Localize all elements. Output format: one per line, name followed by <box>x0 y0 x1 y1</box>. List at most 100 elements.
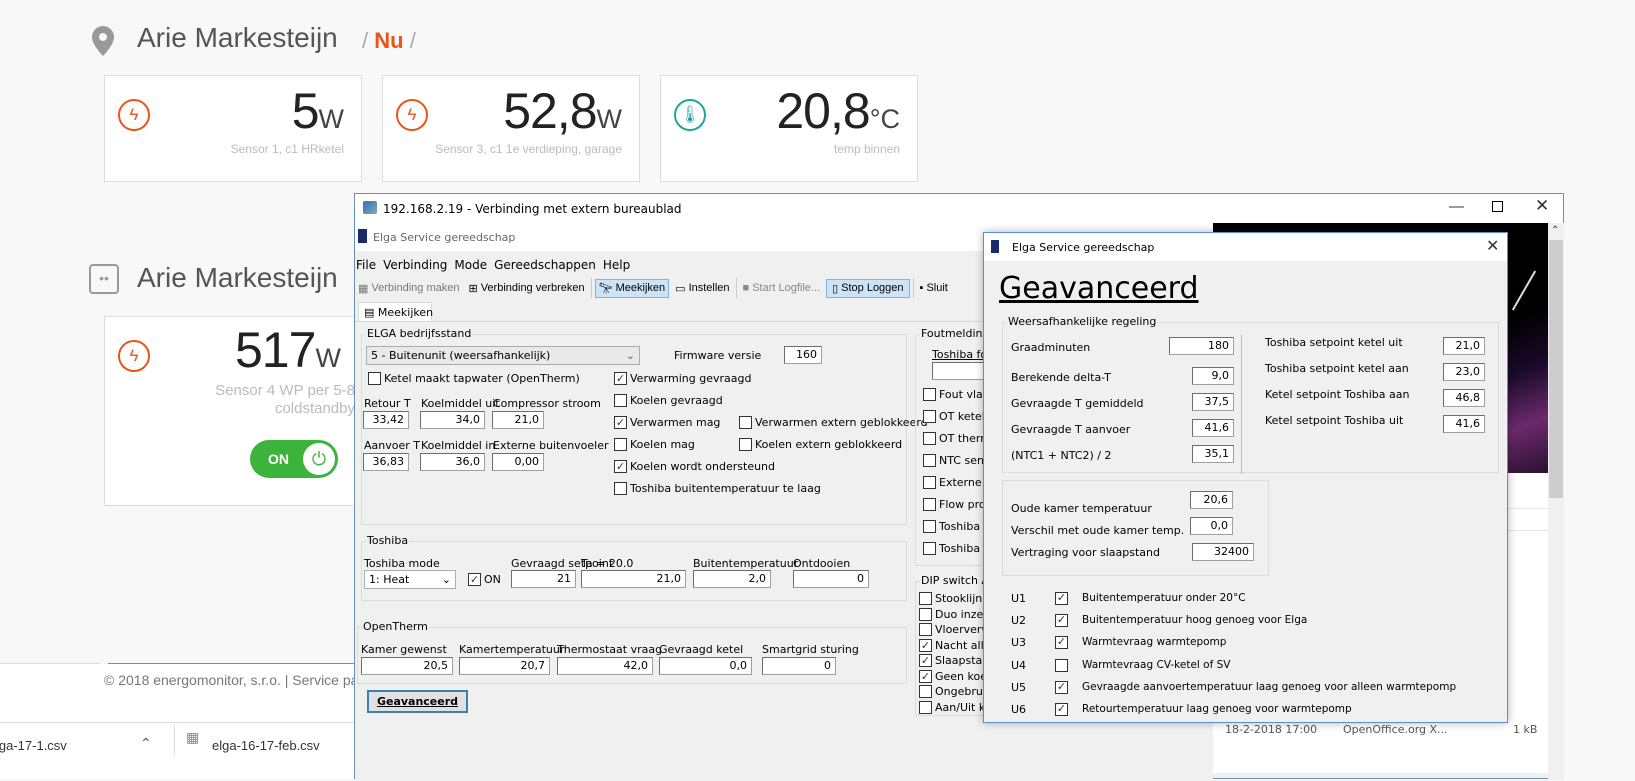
fout-checkbox[interactable]: Fout vlag <box>923 388 990 401</box>
dialog-right-field[interactable]: 21,0 <box>1443 337 1485 355</box>
bedrijfsstand-select[interactable]: 5 - Buitenunit (weersafhankelijk) ⌄ <box>366 346 640 365</box>
opentherm-1-field[interactable]: 20,7 <box>459 657 550 675</box>
checkbox-unchecked[interactable] <box>614 394 627 407</box>
checkbox-checked[interactable]: ✓ <box>919 638 932 652</box>
checkbox-checked[interactable]: ✓ <box>468 573 481 586</box>
checkbox-checked[interactable]: ✓ <box>1055 614 1068 628</box>
download-item[interactable]: lga-17-1.csv <box>0 738 67 753</box>
bedrijf-4-field[interactable]: 36,0 <box>420 453 485 471</box>
checkbox-checked[interactable]: ✓ <box>1055 703 1068 716</box>
tapwater-checkbox[interactable]: Ketel maakt tapwater (OpenTherm) <box>368 372 580 385</box>
scrollbar-thumb[interactable] <box>1549 240 1563 498</box>
checkbox-unchecked[interactable] <box>923 520 936 533</box>
sensor-card[interactable]: ϟ 52,8W Sensor 3, c1 1e verdieping, gara… <box>382 75 640 182</box>
checkbox-checked[interactable]: ✓ <box>1055 592 1068 605</box>
bedrijf-checkbox[interactable]: Koelen gevraagd <box>614 394 723 407</box>
opentherm-4-field[interactable]: 0 <box>762 657 836 675</box>
bedrijf-checkbox[interactable]: Toshiba buitentemperatuur te laag <box>614 482 821 495</box>
dialog-left-field[interactable]: 41,6 <box>1192 419 1234 437</box>
checkbox-unchecked[interactable] <box>919 592 932 605</box>
checkbox-unchecked[interactable] <box>923 476 936 489</box>
bedrijf-checkbox[interactable]: Verwarmen extern geblokkeerd <box>739 416 928 429</box>
bedrijf-checkbox[interactable]: ✓ Verwarmen mag <box>614 416 720 429</box>
opentherm-2-field[interactable]: 42,0 <box>557 657 653 675</box>
checkbox-unchecked[interactable] <box>923 498 936 511</box>
bedrijf-2-field[interactable]: 21,0 <box>492 411 544 429</box>
checkbox-unchecked[interactable] <box>614 482 627 495</box>
dialog-right-field[interactable]: 41,6 <box>1443 415 1485 433</box>
opentherm-0-field[interactable]: 20,5 <box>361 657 453 675</box>
dialog-g2-field[interactable]: 32400 <box>1192 543 1254 561</box>
stop-loggen-button[interactable]: ▯ Stop Loggen <box>826 278 910 298</box>
start-logfile-button[interactable]: ■ Start Logfile... <box>740 280 824 296</box>
checkbox-unchecked[interactable] <box>919 685 932 698</box>
checkbox-unchecked[interactable] <box>1055 658 1068 672</box>
dip-checkbox[interactable]: Duo inzet <box>919 607 988 621</box>
checkbox-unchecked[interactable] <box>923 410 936 423</box>
bedrijf-1-field[interactable]: 34,0 <box>420 411 485 429</box>
checkbox-unchecked[interactable] <box>614 438 627 451</box>
fout-checkbox[interactable]: Externe b <box>923 476 992 489</box>
scrollbar[interactable]: ⌃ <box>1548 223 1564 780</box>
checkbox-unchecked[interactable] <box>919 623 932 636</box>
sensor-card[interactable]: 🌡︎ 20,8°C temp binnen <box>660 75 918 182</box>
instellen-button[interactable]: ▭ Instellen <box>672 280 732 297</box>
bedrijf-5-field[interactable]: 0,00 <box>492 453 544 471</box>
opentherm-3-field[interactable]: 0,0 <box>659 657 752 675</box>
checkbox-unchecked[interactable] <box>368 372 381 385</box>
checkbox-unchecked[interactable] <box>919 607 932 621</box>
sensor-card[interactable]: ϟ 5W Sensor 1, c1 HRketel <box>104 75 362 182</box>
dialog-left-field[interactable]: 35,1 <box>1192 445 1234 463</box>
download-item[interactable]: elga-16-17-feb.csv <box>212 738 320 753</box>
meekijken-button[interactable]: 🔭︎ Meekijken <box>594 278 670 298</box>
menu-mode[interactable]: Mode <box>454 258 487 272</box>
checkbox-checked[interactable]: ✓ <box>614 372 627 385</box>
toshiba-1-field[interactable]: 21,0 <box>581 570 686 588</box>
bedrijf-checkbox[interactable]: Koelen extern geblokkeerd <box>739 438 902 451</box>
menu-help[interactable]: Help <box>603 258 630 272</box>
disconnect-button[interactable]: ⊞ Verbinding verbreken <box>465 280 587 297</box>
menu-gereedschappen[interactable]: Gereedschappen <box>494 258 596 272</box>
firmware-field[interactable]: 160 <box>784 346 822 364</box>
scroll-up-icon[interactable]: ⌃ <box>1551 225 1559 236</box>
dialog-right-field[interactable]: 23,0 <box>1443 363 1485 381</box>
checkbox-unchecked[interactable] <box>923 542 936 555</box>
checkbox-checked[interactable]: ✓ <box>1055 636 1068 650</box>
bedrijf-checkbox[interactable]: ✓ Koelen wordt ondersteund <box>614 460 775 473</box>
dialog-right-field[interactable]: 46,8 <box>1443 389 1485 407</box>
toshiba-mode-select[interactable]: 1: Heat ⌄ <box>364 570 456 589</box>
checkbox-checked[interactable]: ✓ <box>919 654 932 667</box>
dialog-g2-field[interactable]: 20,6 <box>1190 491 1233 509</box>
dialog-left-field[interactable]: 9,0 <box>1192 367 1234 385</box>
dip-checkbox[interactable]: Stooklijn h <box>919 592 993 605</box>
sluit-button[interactable]: ▪ Sluit <box>917 280 951 296</box>
menu-verbinding[interactable]: Verbinding <box>383 258 447 272</box>
toshiba-2-field[interactable]: 2,0 <box>693 570 771 588</box>
tab-meekijken[interactable]: ▤ Meekijken <box>358 302 433 322</box>
dialog-left-field[interactable]: 180 <box>1169 337 1234 355</box>
toshiba-3-field[interactable]: 0 <box>793 570 869 588</box>
bedrijf-checkbox[interactable]: ✓ Verwarming gevraagd <box>614 372 751 385</box>
toshiba-on-checkbox[interactable]: ✓ ON <box>468 573 501 586</box>
minimize-button[interactable]: — <box>1449 198 1464 215</box>
checkbox-unchecked[interactable] <box>923 454 936 467</box>
socket-card[interactable]: ϟ 517W Sensor 4 WP per 5-8 coldstandby O… <box>104 316 364 506</box>
menu-file[interactable]: File <box>356 258 376 272</box>
bedrijf-3-field[interactable]: 36,83 <box>363 453 409 471</box>
close-button[interactable]: ✕ <box>1535 196 1549 216</box>
checkbox-unchecked[interactable] <box>739 416 752 429</box>
geavanceerd-button[interactable]: Geavanceerd <box>367 690 468 713</box>
checkbox-unchecked[interactable] <box>923 432 936 445</box>
checkbox-checked[interactable]: ✓ <box>919 669 932 683</box>
breadcrumb-current[interactable]: Nu <box>374 28 403 53</box>
dialog-g2-field[interactable]: 0,0 <box>1190 517 1233 535</box>
power-toggle[interactable]: ON ⏻ <box>250 440 338 478</box>
dialog-close-button[interactable]: ✕ <box>1486 236 1499 256</box>
checkbox-checked[interactable]: ✓ <box>614 460 627 473</box>
bedrijf-0-field[interactable]: 33,42 <box>363 411 409 429</box>
chevron-up-icon[interactable]: ⌃ <box>140 735 152 752</box>
maximize-button[interactable] <box>1492 201 1503 212</box>
checkbox-checked[interactable]: ✓ <box>614 416 627 429</box>
checkbox-checked[interactable]: ✓ <box>1055 680 1068 694</box>
connect-button[interactable]: ▦ Verbinding maken <box>355 280 462 297</box>
